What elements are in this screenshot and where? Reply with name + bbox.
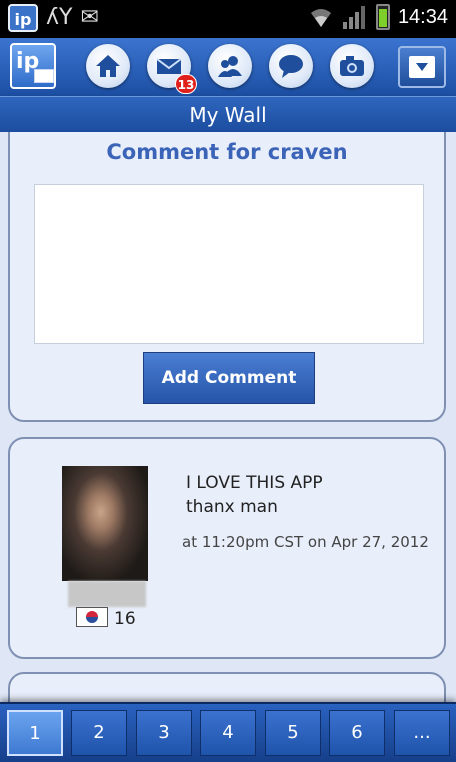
camera-button[interactable] [330,44,374,88]
chat-icon [279,55,303,78]
korea-flag-icon [76,607,108,627]
comment-form-heading: Comment for craven [106,140,348,164]
add-comment-button[interactable]: Add Comment [143,352,315,404]
home-button[interactable] [86,44,130,88]
signal-status-icon: ʎY [46,5,73,30]
poster-name-redacted [68,581,146,607]
mail-status-icon: ✉ [80,5,99,30]
status-bar-left: ip ʎY ✉ [8,4,99,32]
comment-form-card: Comment for craven Add Comment [8,132,446,422]
wall-content[interactable]: Comment for craven Add Comment 16 I LOVE… [0,132,456,702]
chat-button[interactable] [269,44,313,88]
more-pages-button[interactable]: ... [394,710,450,756]
clock: 14:34 [397,5,448,28]
page-button-3[interactable]: 3 [136,710,192,756]
friends-icon [218,56,242,77]
dropdown-icon [409,56,435,78]
app-logo[interactable]: ip [10,43,56,89]
menu-dropdown-button[interactable] [398,46,446,88]
page-button-5[interactable]: 5 [265,710,321,756]
battery-icon [375,4,390,30]
friends-button[interactable] [208,44,252,88]
app-nav-bar: ip 13 [0,38,456,96]
poster-avatar[interactable] [62,466,148,581]
post-text-line-2: thanx man [186,497,278,517]
camera-icon [340,56,364,76]
pagination-bar: 1 2 3 4 5 6 ... [0,702,456,762]
status-bar: ip ʎY ✉ 14:34 [0,0,456,38]
page-button-1[interactable]: 1 [7,710,63,756]
envelope-icon [34,69,54,83]
comment-input[interactable] [34,184,424,344]
cell-signal-icon [342,6,365,29]
unread-messages-badge: 13 [175,74,197,94]
poster-count: 16 [114,609,136,629]
page-button-4[interactable]: 4 [200,710,256,756]
page-title: My Wall [189,103,267,127]
page-title-bar: My Wall [0,96,456,133]
page-button-6[interactable]: 6 [329,710,385,756]
status-bar-right: 14:34 [308,4,448,30]
app-notification-icon: ip [8,4,38,32]
home-icon [96,55,120,77]
page-button-2[interactable]: 2 [71,710,127,756]
next-post-card [8,672,446,702]
post-timestamp: at 11:20pm CST on Apr 27, 2012 [182,533,429,551]
wall-post-card: 16 I LOVE THIS APP thanx man at 11:20pm … [8,437,446,659]
messages-button[interactable]: 13 [147,44,197,94]
post-text-line-1: I LOVE THIS APP [186,473,323,493]
wifi-icon [310,9,331,27]
